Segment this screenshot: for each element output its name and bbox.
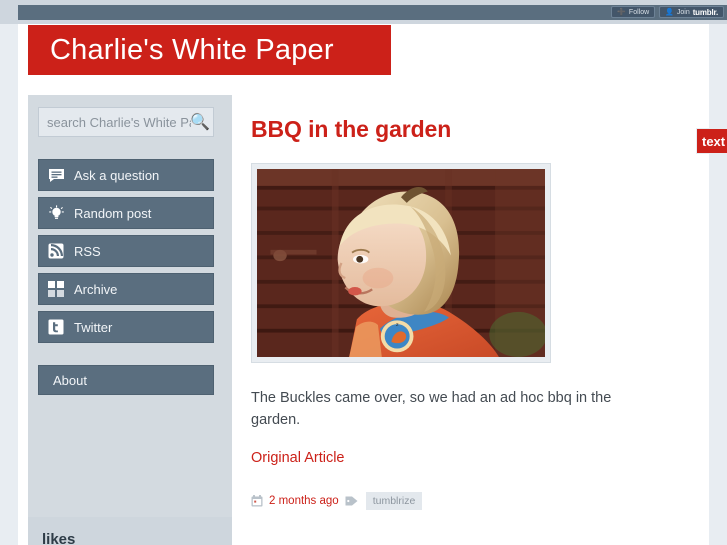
sidebar-item-label: Twitter [74, 319, 113, 335]
sidebar-item-label: RSS [74, 243, 101, 259]
sidebar-item-twitter[interactable]: Twitter [38, 311, 214, 343]
page-title: Charlie's White Paper [50, 33, 334, 66]
page-container: Charlie's White Paper 🔍 [18, 24, 709, 545]
sidebar-item-label: Ask a question [74, 167, 160, 183]
join-tumblr-button[interactable]: 👤 Join tumblr. [659, 6, 724, 18]
original-article-link[interactable]: Original Article [251, 450, 344, 466]
tumblr-wordmark: tumblr. [692, 7, 718, 17]
grid-icon [47, 280, 65, 298]
sidebar-item-random-post[interactable]: Random post [38, 197, 214, 229]
post-photo-frame: 2 [251, 163, 551, 363]
sidebar-nav: Ask a question Random post RSS Archive T… [38, 159, 222, 343]
sidebar-item-about[interactable]: About [38, 365, 214, 395]
post-meta: 2 months ago tumblrize [251, 492, 681, 510]
sidebar-item-rss[interactable]: RSS [38, 235, 214, 267]
post-tag[interactable]: tumblrize [365, 492, 423, 510]
person-icon: 👤 [665, 8, 674, 16]
tumblr-top-bar-actions: ➕ Follow 👤 Join tumblr. [611, 6, 724, 18]
post-title: BBQ in the garden [251, 116, 452, 142]
lightbulb-icon [47, 204, 65, 222]
svg-text:2: 2 [396, 322, 399, 328]
sidebar-item-ask-a-question[interactable]: Ask a question [38, 159, 214, 191]
site-header-banner[interactable]: Charlie's White Paper [28, 25, 391, 75]
search-input[interactable] [39, 108, 213, 136]
twitter-icon [47, 318, 65, 336]
sidebar: 🔍 Ask a question [28, 95, 232, 545]
rss-icon [47, 242, 65, 260]
likes-title: likes [42, 531, 76, 545]
text-post-tab-label: text [702, 133, 726, 149]
main-content: BBQ in the garden 2 The Buckles came ove… [251, 116, 681, 510]
post-photo[interactable]: 2 [257, 169, 545, 357]
page-root: ➕ Follow 👤 Join tumblr. Charlie's White … [0, 0, 727, 545]
post-date[interactable]: 2 months ago [269, 495, 339, 507]
tag-icon [345, 495, 358, 507]
speech-bubble-icon [47, 166, 65, 184]
post-body: The Buckles came over, so we had an ad h… [251, 390, 612, 428]
sidebar-item-label: Random post [74, 205, 152, 221]
search-box[interactable]: 🔍 [38, 107, 214, 137]
likes-panel: likes [28, 517, 232, 545]
text-post-tab[interactable]: text [696, 128, 727, 154]
sidebar-item-label: Archive [74, 281, 118, 297]
calendar-icon [251, 495, 263, 507]
about-label: About [53, 372, 87, 388]
plus-icon: ➕ [617, 8, 626, 16]
follow-button-label: Follow [628, 8, 650, 16]
tumblr-top-bar: ➕ Follow 👤 Join tumblr. [18, 5, 727, 20]
join-button-label: Join [676, 8, 690, 16]
sidebar-item-archive[interactable]: Archive [38, 273, 214, 305]
follow-button[interactable]: ➕ Follow [611, 6, 656, 18]
